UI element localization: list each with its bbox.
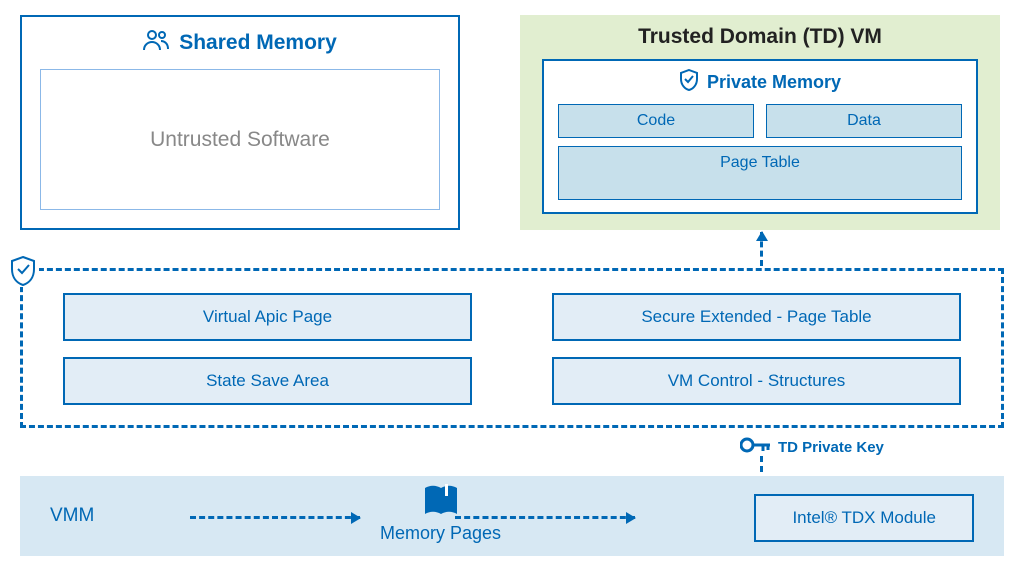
arrow-memory-pages-to-tdx <box>455 516 635 519</box>
td-private-key-label: TD Private Key <box>740 436 884 458</box>
td-vm-panel: Trusted Domain (TD) VM Private Memory Co… <box>520 15 1000 230</box>
trusted-dashed-container: Virtual Apic Page State Save Area Secure… <box>20 268 1004 428</box>
untrusted-software-box: Untrusted Software <box>40 69 440 210</box>
trusted-left-column: Virtual Apic Page State Save Area <box>63 293 472 403</box>
private-memory-panel: Private Memory Code Data Page Table <box>542 59 978 214</box>
code-box: Code <box>558 104 754 138</box>
td-private-key-text: TD Private Key <box>778 439 884 456</box>
key-icon <box>740 436 770 458</box>
arrow-vmm-to-memory-pages <box>190 516 360 519</box>
virtual-apic-page-box: Virtual Apic Page <box>63 293 472 341</box>
tdx-module-box: Intel® TDX Module <box>754 494 974 542</box>
untrusted-software-label: Untrusted Software <box>150 128 330 152</box>
shared-memory-title: Shared Memory <box>179 31 337 55</box>
vmcs-box: VM Control - Structures <box>552 357 961 405</box>
trusted-right-column: Secure Extended - Page Table VM Control … <box>552 293 961 403</box>
bottom-bar: VMM Memory Pages Intel® TDX Module <box>20 476 1004 556</box>
state-save-area-box: State Save Area <box>63 357 472 405</box>
private-memory-title: Private Memory <box>707 72 841 93</box>
code-data-row: Code Data <box>558 104 962 138</box>
shield-icon <box>7 255 39 287</box>
data-box: Data <box>766 104 962 138</box>
vmm-label: VMM <box>50 505 170 527</box>
shield-check-icon <box>679 69 699 96</box>
memory-pages-label: Memory Pages <box>380 523 501 544</box>
page-table-box: Page Table <box>558 146 962 200</box>
arrow-up-to-td-vm <box>760 232 763 266</box>
shared-memory-header: Shared Memory <box>143 29 337 57</box>
people-icon <box>143 29 169 57</box>
top-row: Shared Memory Untrusted Software Trusted… <box>20 15 1004 230</box>
private-memory-header: Private Memory <box>679 69 841 96</box>
td-vm-title: Trusted Domain (TD) VM <box>542 25 978 49</box>
shared-memory-panel: Shared Memory Untrusted Software <box>20 15 460 230</box>
secure-ept-box: Secure Extended - Page Table <box>552 293 961 341</box>
memory-pages-group: Memory Pages <box>380 484 501 544</box>
